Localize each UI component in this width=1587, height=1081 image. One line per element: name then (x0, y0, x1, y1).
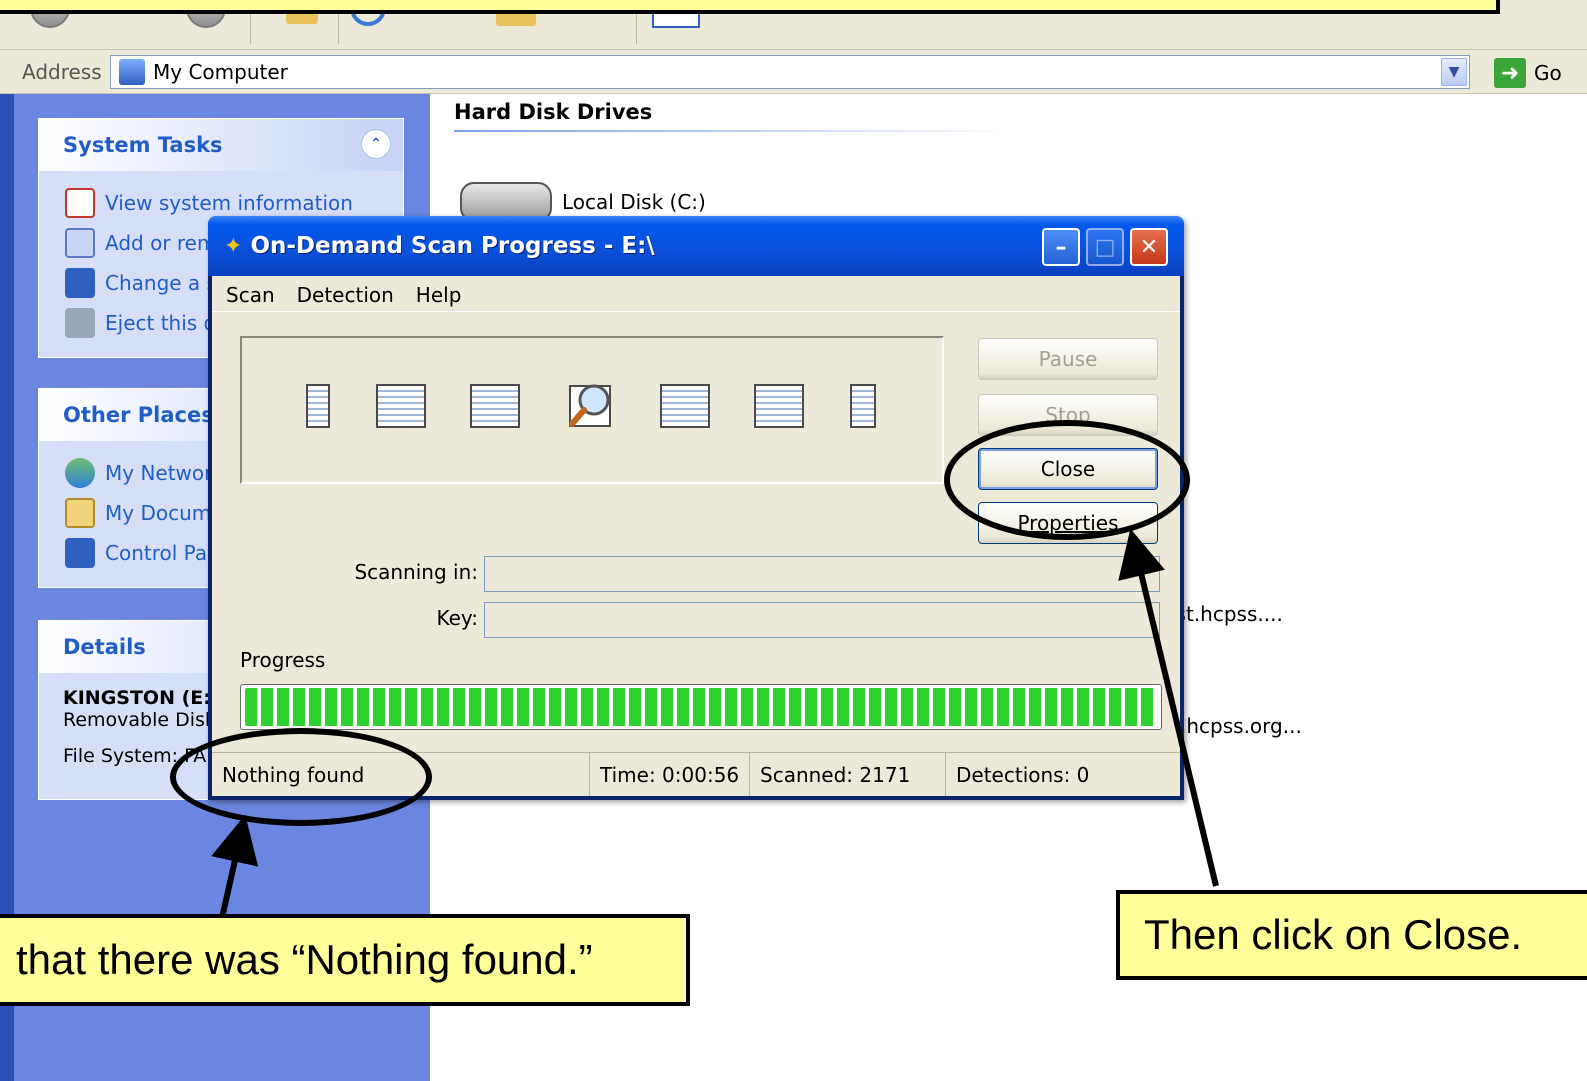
status-scanned: Scanned: 2171 (750, 753, 946, 796)
network-icon (65, 458, 95, 488)
file-icon (306, 384, 330, 428)
maximize-button: □ (1086, 228, 1124, 266)
control-panel-icon (65, 538, 95, 568)
menu-help[interactable]: Help (416, 283, 462, 307)
menu-detection[interactable]: Detection (297, 283, 394, 307)
status-detections: Detections: 0 (956, 762, 1090, 787)
scan-progress-dialog: ✦ On-Demand Scan Progress - E:\ – □ ✕ Sc… (208, 216, 1184, 800)
task-label: Eject this d (105, 311, 217, 335)
system-info-icon (65, 188, 95, 218)
mcafee-shield-icon: ✦ (224, 233, 243, 259)
stop-button: Stop (978, 394, 1158, 436)
file-icon (754, 384, 804, 428)
file-icon (470, 384, 520, 428)
place-label: My Networ (105, 461, 213, 485)
progress-fill (245, 688, 1157, 726)
go-label: Go (1534, 61, 1562, 85)
address-value: My Computer (153, 60, 288, 84)
magnifier-icon (569, 384, 611, 427)
minimize-button[interactable]: – (1042, 228, 1080, 266)
scanning-in-label: Scanning in: (354, 560, 478, 584)
key-label: Key: (436, 606, 478, 630)
pause-button: Pause (978, 338, 1158, 380)
status-message: Nothing found (212, 753, 590, 796)
my-computer-icon (119, 59, 145, 85)
control-panel-icon (65, 268, 95, 298)
file-icon (376, 384, 426, 428)
dialog-menubar: Scan Detection Help (212, 278, 1180, 312)
place-label: My Docum (105, 501, 212, 525)
close-window-button[interactable]: ✕ (1130, 228, 1168, 266)
place-label: Control Pa (105, 541, 208, 565)
scan-animation (240, 336, 944, 484)
group-title: Hard Disk Drives (454, 100, 653, 124)
group-divider (454, 130, 1014, 132)
network-drive-label[interactable]: ist.hcpss.... (1170, 602, 1283, 626)
other-places-title: Other Places (63, 403, 214, 427)
top-callout-box (0, 0, 1500, 14)
chevron-down-icon[interactable]: ▼ (1441, 58, 1467, 86)
documents-icon (65, 498, 95, 528)
go-arrow-icon: ➜ (1494, 58, 1526, 88)
network-drive-label[interactable]: .hcpss.org... (1180, 714, 1302, 738)
task-label: Change a s (105, 271, 217, 295)
address-bar: Address My Computer ▼ ➜ Go (0, 50, 1587, 94)
dialog-title: On-Demand Scan Progress - E:\ (250, 233, 655, 259)
status-time: Time: 0:00:56 (590, 753, 750, 796)
dialog-titlebar[interactable]: ✦ On-Demand Scan Progress - E:\ – □ ✕ (208, 216, 1184, 276)
progress-label: Progress (240, 648, 326, 672)
close-button[interactable]: Close (978, 448, 1158, 490)
task-label: Add or rem (105, 231, 217, 255)
key-field (484, 602, 1160, 638)
eject-icon (65, 308, 95, 338)
progress-bar (240, 684, 1162, 730)
go-button[interactable]: ➜ Go (1494, 58, 1562, 88)
address-label: Address (22, 60, 102, 84)
drive-label: Local Disk (C:) (562, 190, 706, 214)
system-tasks-title: System Tasks (63, 133, 223, 157)
chevron-up-icon[interactable]: ⌃ (361, 129, 391, 159)
left-callout: that there was “Nothing found.” (0, 914, 690, 1006)
file-icon (660, 384, 710, 428)
properties-button[interactable]: Properties (978, 502, 1158, 544)
details-title: Details (63, 635, 146, 659)
menu-scan[interactable]: Scan (226, 283, 275, 307)
file-icon (850, 384, 876, 428)
task-label: View system information (105, 191, 353, 215)
scanning-in-field (484, 556, 1160, 592)
system-tasks-header[interactable]: System Tasks ⌃ (39, 119, 403, 171)
dialog-statusbar: Nothing found Time: 0:00:56 Scanned: 217… (212, 752, 1180, 796)
address-input[interactable]: My Computer ▼ (110, 55, 1470, 89)
add-remove-icon (65, 228, 95, 258)
right-callout: Then click on Close. (1116, 890, 1587, 980)
